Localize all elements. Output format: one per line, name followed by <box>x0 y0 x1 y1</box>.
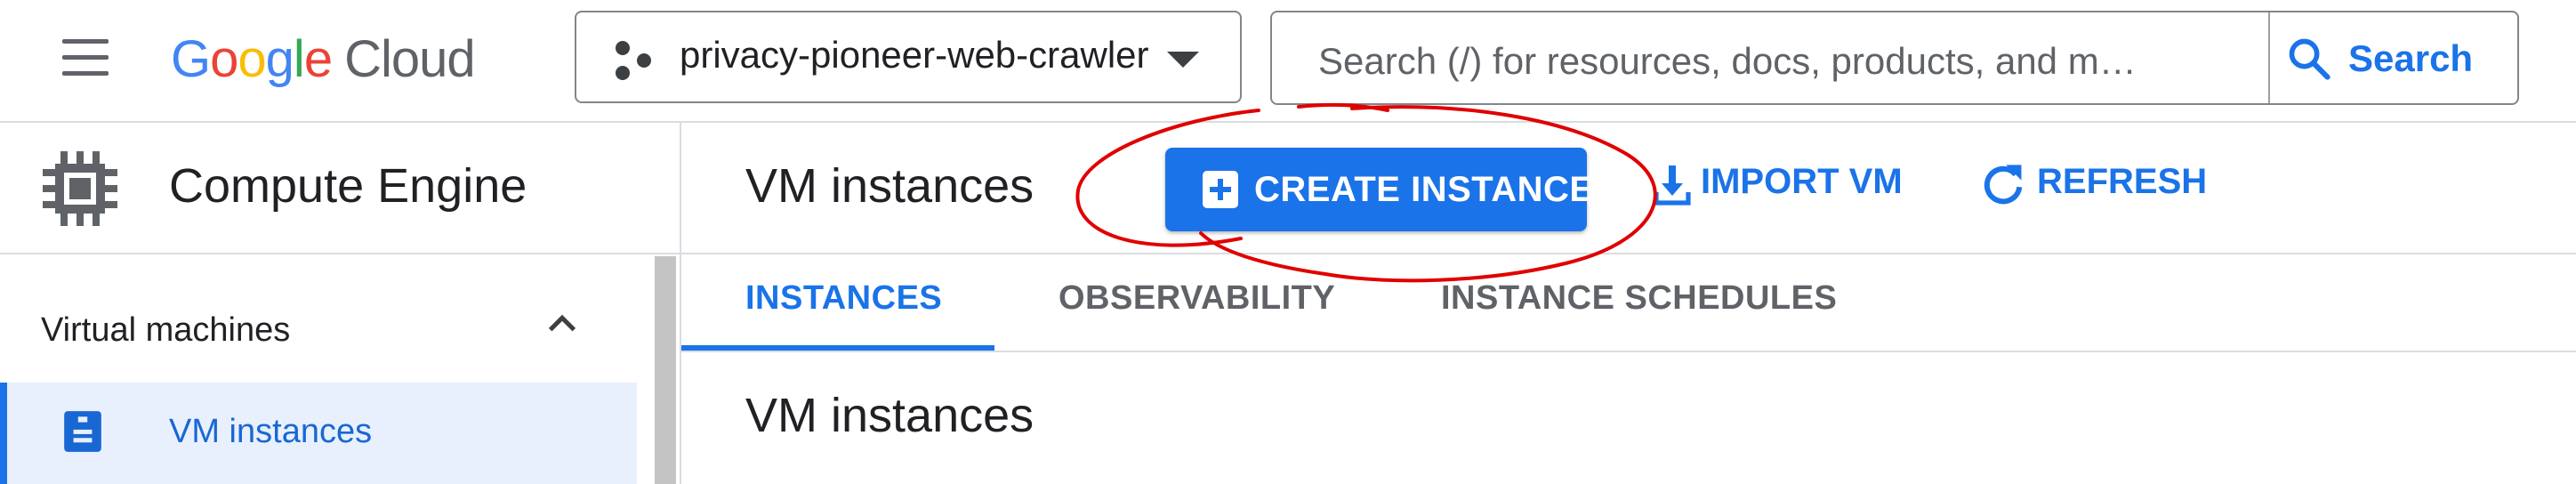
top-bar: G o o g l e Cloud privacy-pioneer-web-cr… <box>0 0 2576 123</box>
search-button-label: Search <box>2348 37 2474 79</box>
logo-letter: e <box>303 29 333 88</box>
project-name: privacy-pioneer-web-crawler <box>680 34 1149 76</box>
refresh-icon <box>1984 165 2023 205</box>
add-box-icon <box>1203 171 1238 208</box>
google-cloud-logo[interactable]: G o o g l e Cloud <box>171 25 476 93</box>
product-name: Compute Engine <box>169 159 527 213</box>
logo-letter: G <box>171 29 211 88</box>
product-header: Compute Engine <box>0 123 681 254</box>
sidebar: Virtual machines VM instances <box>0 254 681 484</box>
section-title: VM instances <box>745 389 1034 442</box>
tab-instances[interactable]: INSTANCES <box>745 279 942 318</box>
sidebar-scrollbar[interactable] <box>655 256 676 484</box>
search-input[interactable] <box>1316 36 2245 87</box>
sidebar-item-vm-instances[interactable]: VM instances <box>0 383 637 484</box>
sidebar-item-label: VM instances <box>169 413 373 450</box>
logo-letter: o <box>237 29 266 88</box>
search-icon <box>2289 38 2330 80</box>
chevron-up-icon[interactable] <box>544 306 580 342</box>
tab-observability[interactable]: OBSERVABILITY <box>1059 279 1335 318</box>
page-title: VM instances <box>745 159 1034 213</box>
sidebar-section-virtual-machines: Virtual machines <box>41 311 291 349</box>
import-vm-label: IMPORT VM <box>1701 162 1903 201</box>
refresh-label: REFRESH <box>2037 162 2208 201</box>
logo-letter: o <box>210 29 238 88</box>
action-bar: VM instances CREATE INSTANCE IMPORT VM R… <box>681 123 2576 254</box>
project-picker[interactable]: privacy-pioneer-web-crawler <box>575 11 1242 103</box>
active-indicator <box>0 383 7 484</box>
tab-bar: INSTANCES OBSERVABILITY INSTANCE SCHEDUL… <box>681 254 2576 352</box>
download-icon <box>1654 165 1691 206</box>
search-button[interactable]: Search <box>2286 27 2508 91</box>
search-divider <box>2268 12 2270 103</box>
logo-letter: g <box>265 29 294 88</box>
logo-letter: l <box>293 29 305 88</box>
project-hex-icon <box>614 41 656 80</box>
chip-icon <box>43 151 117 226</box>
vm-icon <box>64 411 101 452</box>
menu-icon[interactable] <box>59 36 112 80</box>
tab-instance-schedules[interactable]: INSTANCE SCHEDULES <box>1441 279 1837 318</box>
create-instance-label: CREATE INSTANCE <box>1254 170 1594 209</box>
create-instance-button[interactable]: CREATE INSTANCE <box>1165 148 1593 231</box>
search-bar: Search <box>1270 11 2519 105</box>
caret-down-icon <box>1167 52 1199 68</box>
active-tab-indicator <box>681 345 994 351</box>
logo-product: Cloud <box>344 29 476 88</box>
